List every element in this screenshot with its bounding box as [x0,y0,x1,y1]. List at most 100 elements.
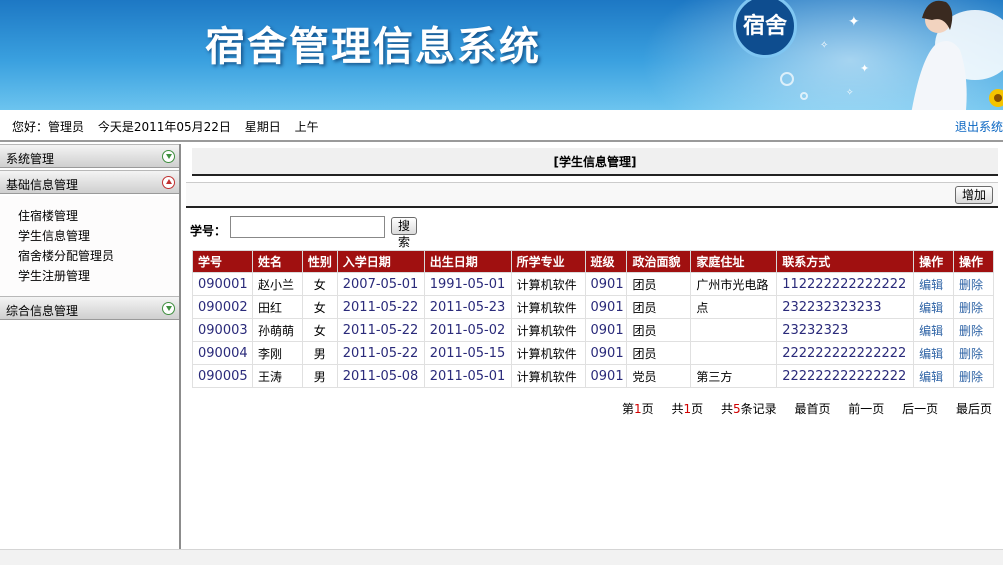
table-row: 090005 王涛 男 2011-05-08 2011-05-01 计算机软件 … [192,364,994,388]
last-page-link[interactable]: 最后页 [956,402,992,416]
delete-link[interactable]: 删除 [953,295,994,319]
bubble-icon [800,92,808,100]
total-records: 共5条记录 [720,402,777,416]
prev-page-link[interactable]: 前一页 [848,402,884,416]
edit-link[interactable]: 编辑 [913,295,954,319]
cell-birth-date: 1991-05-01 [423,272,512,296]
first-page-link[interactable]: 最首页 [794,402,830,416]
add-button[interactable]: 增加 [954,186,993,204]
cell-birth-date: 2011-05-02 [423,318,512,342]
cell-name: 李刚 [251,341,303,365]
edit-link[interactable]: 编辑 [913,272,954,296]
next-page-link[interactable]: 后一页 [902,402,938,416]
table-header-row: 学号 姓名 性别 入学日期 出生日期 所学专业 班级 政治面貌 家庭住址 联系方… [192,250,994,273]
cell-major: 计算机软件 [510,364,586,388]
footer-strip [0,549,1003,565]
edit-link[interactable]: 编辑 [913,341,954,365]
cell-gender: 女 [301,318,338,342]
edit-link[interactable]: 编辑 [913,318,954,342]
cell-contact: 232232323233 [776,295,915,319]
cell-class: 0901 [584,318,628,342]
col-header: 班级 [584,250,628,273]
cell-name: 孙萌萌 [251,318,303,342]
cell-major: 计算机软件 [510,318,586,342]
cell-contact: 112222222222222 [776,272,915,296]
cell-political: 团员 [626,295,692,319]
cell-political: 团员 [626,341,692,365]
table-row: 090001 赵小兰 女 2007-05-01 1991-05-01 计算机软件… [192,272,994,296]
col-header: 所学专业 [510,250,586,273]
cell-gender: 女 [301,295,338,319]
angel-figure-icon [911,0,1003,110]
page-title: [学生信息管理] [192,148,998,176]
cell-major: 计算机软件 [510,272,586,296]
expand-icon[interactable] [162,302,175,315]
student-table: 学号 姓名 性别 入学日期 出生日期 所学专业 班级 政治面貌 家庭住址 联系方… [192,250,994,388]
delete-link[interactable]: 删除 [953,272,994,296]
toolbar: 增加 [186,182,998,208]
cell-address [690,341,778,365]
cell-enroll-date: 2011-05-22 [336,341,425,365]
cell-gender: 男 [301,364,338,388]
col-header: 家庭住址 [690,250,778,273]
col-header: 姓名 [251,250,303,273]
cell-address: 广州市光电路 [690,272,778,296]
menu-label: 系统管理 [6,152,55,166]
expand-icon[interactable] [162,150,175,163]
logout-link[interactable]: 退出系统 [955,118,1003,135]
col-header: 学号 [192,250,253,273]
cell-student-id: 090001 [192,272,253,296]
cell-class: 0901 [584,295,628,319]
menu-basic-info[interactable]: 基础信息管理 [0,170,179,194]
menu-system[interactable]: 系统管理 [0,144,179,168]
search-label: 学号： [190,224,227,238]
table-row: 090003 孙萌萌 女 2011-05-22 2011-05-02 计算机软件… [192,318,994,342]
greeting-line: 您好：管理员 今天是2011年05月22日 星期日 上午 [12,118,329,135]
collapse-icon[interactable] [162,176,175,189]
cell-political: 党员 [626,364,692,388]
cell-enroll-date: 2007-05-01 [336,272,425,296]
cell-class: 0901 [584,364,628,388]
period-text: 上午 [294,120,319,134]
col-header: 联系方式 [776,250,915,273]
sidebar-item-building-admin[interactable]: 宿舍楼分配管理员 [18,246,179,266]
menu-label: 基础信息管理 [6,178,79,192]
bubble-icon [780,72,794,86]
pagination: 第1页 共1页 共5条记录 最首页 前一页 后一页 最后页 [608,400,992,417]
sparkle-icon: ✧ [846,88,854,98]
cell-name: 王涛 [251,364,303,388]
cell-enroll-date: 2011-05-22 [336,295,425,319]
sidebar-item-student-register[interactable]: 学生注册管理 [18,266,179,286]
search-input[interactable] [230,216,385,238]
col-header: 入学日期 [336,250,425,273]
cell-gender: 女 [301,272,338,296]
sparkle-icon: ✦ [860,62,870,75]
app-title: 宿舍管理信息系统 [205,23,541,70]
menu-overall-info[interactable]: 综合信息管理 [0,296,179,320]
table-row: 090004 李刚 男 2011-05-22 2011-05-15 计算机软件 … [192,341,994,365]
cell-political: 团员 [626,272,692,296]
weekday-text: 星期日 [244,120,281,134]
delete-link[interactable]: 删除 [953,318,994,342]
total-pages: 共1页 [671,402,704,416]
current-page: 第1页 [621,402,654,416]
cell-name: 赵小兰 [251,272,303,296]
col-header: 性别 [301,250,338,273]
cell-class: 0901 [584,272,628,296]
search-button[interactable]: 搜索 [391,217,418,249]
col-header: 出生日期 [423,250,512,273]
info-bar: 您好：管理员 今天是2011年05月22日 星期日 上午 退出系统 [0,110,1003,142]
sparkle-icon: ✧ [820,40,829,51]
submenu-basic-info: 住宿楼管理 学生信息管理 宿舍楼分配管理员 学生注册管理 [0,196,179,296]
sidebar-item-student-info[interactable]: 学生信息管理 [18,226,179,246]
cell-enroll-date: 2011-05-08 [336,364,425,388]
sidebar-item-building[interactable]: 住宿楼管理 [18,206,179,226]
edit-link[interactable]: 编辑 [913,364,954,388]
cell-student-id: 090002 [192,295,253,319]
delete-link[interactable]: 删除 [953,364,994,388]
cell-political: 团员 [626,318,692,342]
delete-link[interactable]: 删除 [953,341,994,365]
cell-student-id: 090005 [192,364,253,388]
sparkle-icon: ✦ [848,14,860,30]
header-banner: 宿舍管理信息系统 宿舍 ✦ ✧ ✦ ✧ [0,0,1003,110]
